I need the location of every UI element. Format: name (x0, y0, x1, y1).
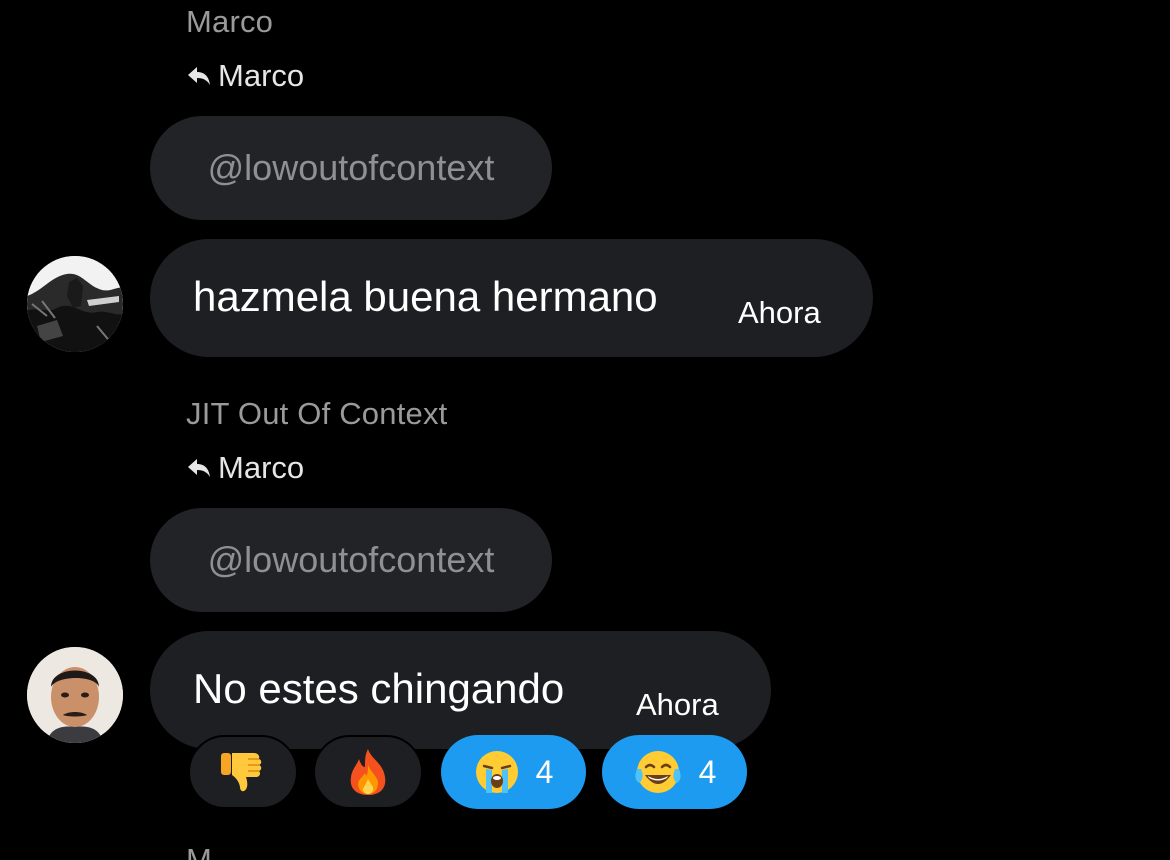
reply-to-name: Marco (218, 450, 305, 485)
message-text: hazmela buena hermano (193, 273, 658, 320)
man-portrait-avatar-image (27, 647, 123, 743)
fire-icon (345, 747, 391, 797)
reply-to-name: Marco (218, 58, 305, 93)
sender-name: JIT Out Of Context (186, 396, 448, 431)
reply-arrow-icon (188, 67, 210, 85)
quoted-text: @lowoutofcontext (207, 147, 495, 188)
message-timestamp: Ahora (738, 295, 821, 330)
avatar[interactable] (27, 647, 123, 743)
landscape-avatar-image (27, 256, 123, 352)
reply-indicator[interactable]: Marco (186, 450, 304, 486)
reaction-count: 4 (535, 753, 554, 790)
reply-indicator[interactable]: Marco (186, 58, 304, 94)
message-text: No estes chingando (193, 665, 565, 712)
reply-arrow-icon (188, 459, 210, 477)
message-bubble[interactable]: No estes chingando Ahora (150, 631, 771, 749)
loudly-crying-face-icon (474, 749, 520, 795)
sender-name: Marco (186, 4, 274, 39)
message-timestamp: Ahora (636, 687, 719, 722)
next-sender-name-partial: M (186, 842, 212, 860)
reaction-loudly-crying[interactable]: 4 (441, 735, 586, 809)
reaction-fire[interactable] (313, 735, 423, 809)
reaction-count: 4 (698, 753, 717, 790)
dm-conversation: Marco Marco @lowoutofcontext hazmela bue… (0, 0, 1170, 860)
reaction-thumbs-down[interactable] (188, 735, 298, 809)
quoted-text: @lowoutofcontext (207, 539, 495, 580)
quoted-message-bubble[interactable]: @lowoutofcontext (150, 116, 552, 220)
avatar[interactable] (27, 256, 123, 352)
thumbs-down-icon (218, 747, 268, 797)
reaction-tears-of-joy[interactable]: 4 (602, 735, 747, 809)
message-bubble[interactable]: hazmela buena hermano Ahora (150, 239, 873, 357)
quoted-message-bubble[interactable]: @lowoutofcontext (150, 508, 552, 612)
face-with-tears-of-joy-icon (633, 749, 683, 795)
